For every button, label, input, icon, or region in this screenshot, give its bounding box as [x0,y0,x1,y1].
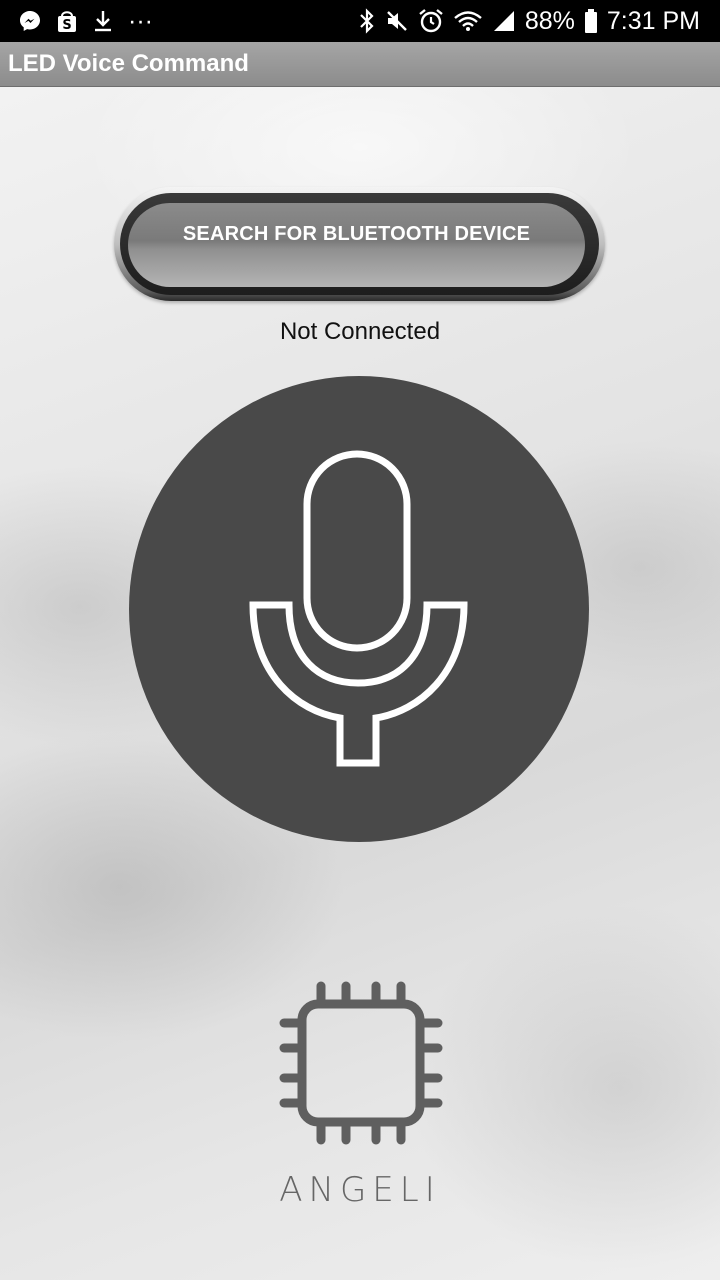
messenger-icon [18,9,42,33]
wifi-icon [453,9,483,33]
download-icon [92,9,114,33]
signal-icon [492,9,516,33]
app-title: LED Voice Command [8,50,249,77]
action-bar: LED Voice Command [0,42,720,87]
status-bar-left: S ··· [0,7,153,36]
more-icon: ··· [128,6,153,35]
chip-icon [279,981,443,1145]
svg-text:S: S [62,18,71,33]
connection-status: Not Connected [279,318,441,345]
mute-icon [385,9,409,33]
clock: 7:31 PM [606,6,700,35]
battery-percent: 88% [524,6,575,35]
brand-name: ANGELI [279,1170,441,1210]
status-bar-right: 88% 7:31 PM [358,0,700,42]
status-bar: S ··· 88% 7:31 PM [0,0,720,42]
alarm-icon [418,8,444,34]
battery-icon [584,8,598,34]
shop-icon: S [56,9,78,33]
search-bluetooth-button[interactable]: SEARCH FOR BLUETOOTH DEVICE [128,203,585,287]
microphone-button[interactable] [129,376,589,842]
search-bluetooth-label: SEARCH FOR BLUETOOTH DEVICE [182,223,531,245]
bluetooth-icon [358,8,376,34]
microphone-icon [249,450,468,767]
app-screen: S ··· 88% 7:31 PM LED Voice Command SEAR… [0,0,720,1280]
